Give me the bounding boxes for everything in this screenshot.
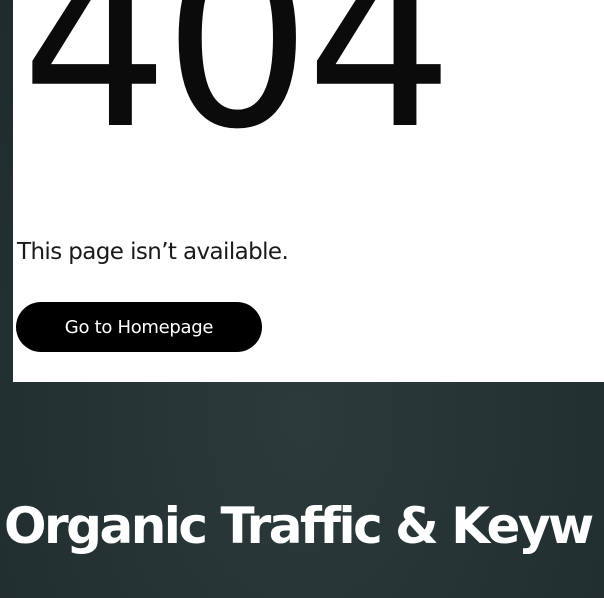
error-code: 404 — [21, 0, 454, 182]
error-page-screenshot: 404 This page isn’t available. Go to Hom… — [13, 0, 604, 382]
error-message: This page isn’t available. — [17, 239, 289, 265]
go-to-homepage-button[interactable]: Go to Homepage — [16, 302, 262, 352]
section-heading: Organic Traffic & Keyw — [4, 497, 594, 555]
